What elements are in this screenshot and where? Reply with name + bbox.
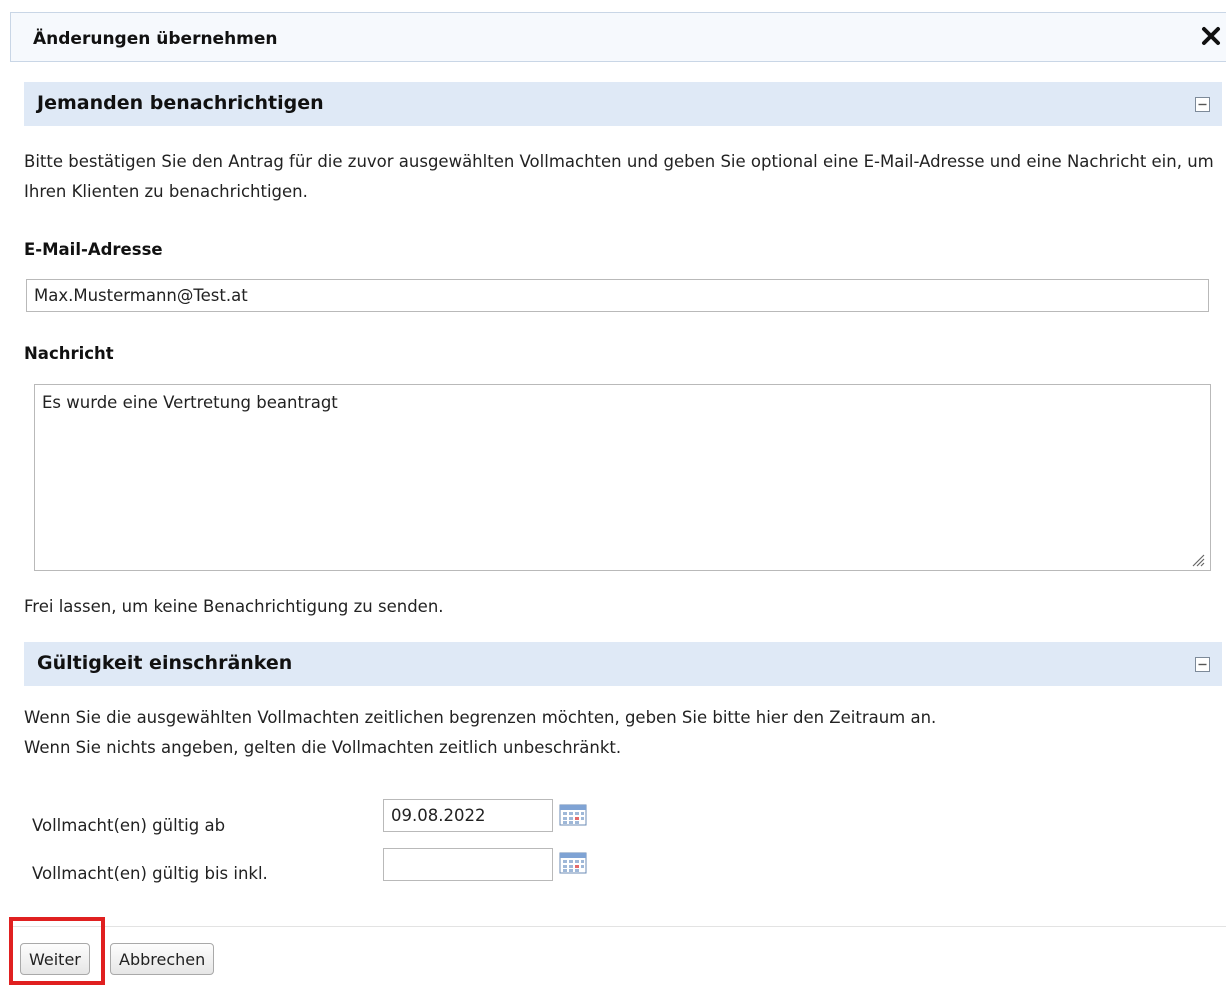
- calendar-icon[interactable]: [559, 852, 587, 874]
- message-label: Nachricht: [24, 344, 114, 363]
- cancel-button[interactable]: Abbrechen: [110, 943, 215, 975]
- email-label: E-Mail-Adresse: [24, 240, 163, 259]
- valid-from-field[interactable]: [383, 799, 553, 832]
- notify-section-header[interactable]: Jemanden benachrichtigen: [24, 82, 1222, 126]
- dialog-titlebar: Änderungen übernehmen: [10, 12, 1226, 62]
- collapse-icon[interactable]: [1195, 657, 1210, 672]
- validity-section-title: Gültigkeit einschränken: [37, 652, 293, 674]
- collapse-icon[interactable]: [1195, 97, 1210, 112]
- message-field-wrapper: Es wurde eine Vertretung beantragt: [34, 384, 1211, 571]
- email-field[interactable]: [26, 279, 1209, 312]
- valid-to-label: Vollmacht(en) gültig bis inkl.: [32, 864, 268, 883]
- calendar-icon[interactable]: [559, 804, 587, 826]
- notify-intro-text: Bitte bestätigen Sie den Antrag für die …: [24, 152, 1214, 201]
- dialog-title: Änderungen übernehmen: [33, 29, 278, 49]
- validity-section-header[interactable]: Gültigkeit einschränken: [24, 642, 1222, 686]
- notify-section-title: Jemanden benachrichtigen: [37, 92, 324, 114]
- validity-intro-line2: Wenn Sie nichts angeben, gelten die Voll…: [24, 738, 622, 757]
- valid-to-field[interactable]: [383, 848, 553, 881]
- valid-from-label: Vollmacht(en) gültig ab: [32, 816, 226, 835]
- validity-intro-line1: Wenn Sie die ausgewählten Vollmachten ze…: [24, 708, 937, 727]
- close-icon[interactable]: [1200, 25, 1222, 47]
- message-field[interactable]: Es wurde eine Vertretung beantragt: [34, 384, 1211, 571]
- footer-divider: [10, 926, 1226, 927]
- next-button[interactable]: Weiter: [20, 943, 90, 975]
- notify-hint-text: Frei lassen, um keine Benachrichtigung z…: [24, 597, 444, 616]
